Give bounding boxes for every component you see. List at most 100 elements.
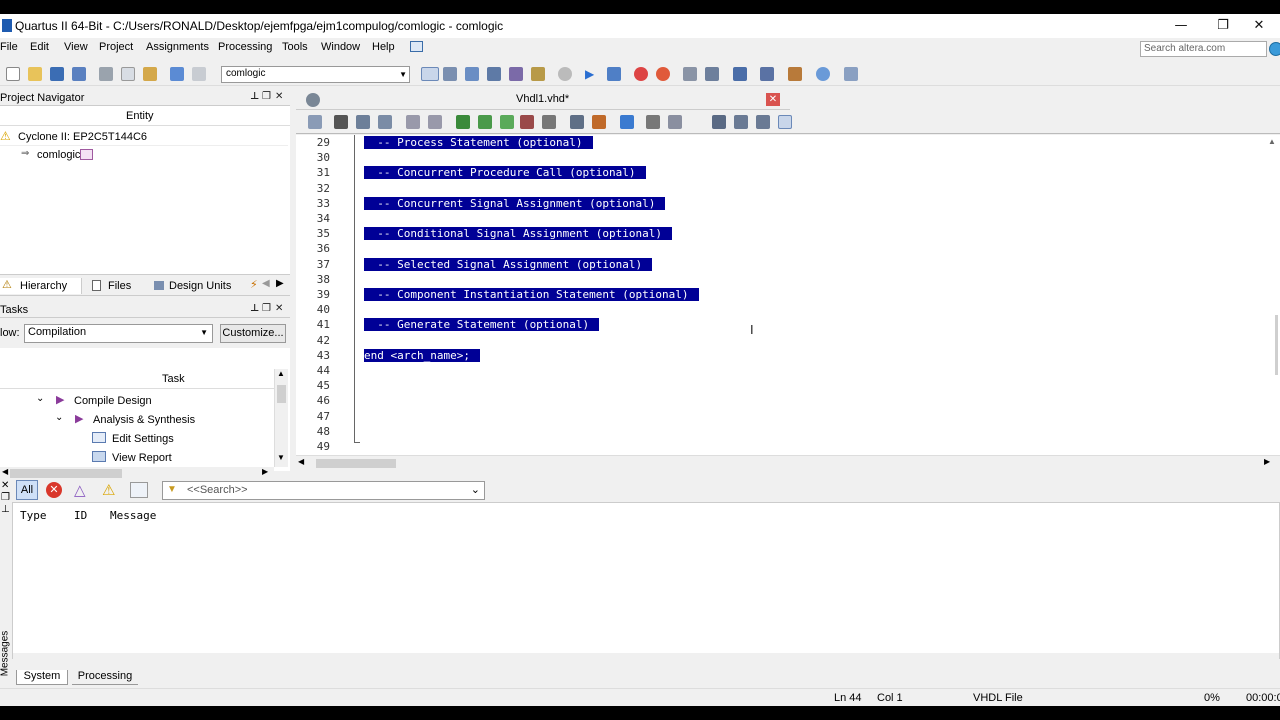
paste-icon[interactable] — [143, 67, 157, 81]
messages-search-input[interactable]: ▼ <<Search>> ⌄ — [162, 481, 485, 500]
toggle-case-icon[interactable] — [668, 115, 682, 129]
design-partitions-icon[interactable] — [509, 67, 523, 81]
chip-planner-icon[interactable] — [531, 67, 545, 81]
line-numbers-icon[interactable] — [646, 115, 660, 129]
new-file-icon[interactable] — [6, 67, 20, 81]
close-tab-icon[interactable]: ✕ — [766, 93, 780, 106]
close-panel-icon[interactable]: ✕ — [275, 91, 283, 102]
tasks-pin-icon[interactable]: ⊥ — [250, 303, 259, 314]
menu-tools[interactable]: Tools — [282, 41, 308, 53]
tab-processing[interactable]: Processing — [72, 670, 138, 685]
filter-suppressed-icon[interactable] — [130, 482, 148, 498]
detach-window-icon[interactable] — [778, 115, 792, 129]
bookmark-icon[interactable] — [456, 115, 470, 129]
programmer-icon[interactable] — [733, 67, 747, 81]
code-line[interactable]: end <arch_name>; — [364, 348, 480, 363]
redo-icon[interactable] — [192, 67, 206, 81]
find-replace-icon[interactable] — [356, 115, 370, 129]
editor-vertical-scrollbar[interactable]: ▲ — [1264, 135, 1280, 455]
tab-hierarchy[interactable]: ⚠ Hierarchy — [0, 278, 82, 294]
code-line[interactable] — [364, 212, 380, 226]
globe-icon[interactable] — [1269, 42, 1280, 56]
scroll-right-icon[interactable]: ▶ — [276, 278, 284, 289]
code-line[interactable] — [364, 303, 380, 317]
settings-icon[interactable] — [487, 67, 501, 81]
timing-analyzer-icon[interactable] — [634, 67, 648, 81]
menu-assignments[interactable]: Assignments — [146, 41, 209, 53]
code-line[interactable]: -- Generate Statement (optional) — [364, 318, 600, 332]
assignment-editor-icon[interactable] — [443, 67, 457, 81]
tab-files[interactable]: Files — [86, 278, 142, 294]
code-line[interactable]: -- Selected Signal Assignment (optional) — [364, 257, 653, 272]
entity-column-header[interactable]: Entity — [0, 106, 290, 126]
sopc-builder-icon[interactable] — [788, 67, 802, 81]
compile-play-icon[interactable]: ▶ — [56, 393, 64, 406]
menu-file[interactable]: File — [0, 41, 18, 53]
float-icon[interactable]: ❐ — [262, 91, 271, 102]
code-line[interactable]: -- Concurrent Signal Assignment (optiona… — [364, 196, 666, 211]
device-row[interactable]: ⚠ Cyclone II: EP2C5T144C6 — [0, 128, 288, 146]
menu-edit[interactable]: Edit — [30, 41, 49, 53]
collapse-icon[interactable]: ⌄ — [36, 393, 44, 404]
messages-col-type[interactable]: Type — [20, 509, 47, 522]
tab-design-units[interactable]: Design Units — [150, 278, 242, 294]
indent-icon[interactable] — [406, 115, 420, 129]
split-view-icon[interactable] — [756, 115, 770, 129]
customize-button[interactable]: Customize... — [220, 324, 286, 343]
project-navigator-toggle-icon[interactable] — [421, 67, 439, 81]
task-row-edit-settings[interactable]: Edit Settings — [0, 429, 274, 448]
code-line[interactable] — [364, 151, 380, 165]
undo-icon[interactable] — [170, 67, 184, 81]
insert-block-icon[interactable] — [592, 115, 606, 129]
start-compilation-icon[interactable]: ▶ — [585, 67, 599, 81]
minimize-button[interactable]: — — [1160, 14, 1202, 38]
analysis-play-icon[interactable]: ▶ — [75, 412, 83, 425]
tasks-float-icon[interactable]: ❐ — [262, 303, 271, 314]
save-all-icon[interactable] — [72, 67, 86, 81]
code-area[interactable]: -- Process Statement (optional) -- Concu… — [364, 135, 1264, 455]
scroll-up-icon[interactable]: ▲ — [1268, 137, 1276, 146]
messages-col-id[interactable]: ID — [74, 509, 87, 522]
entity-selector[interactable]: comlogic ▼ — [221, 66, 410, 83]
pin-planner-icon[interactable] — [465, 67, 479, 81]
code-line[interactable] — [364, 334, 380, 348]
cut-icon[interactable] — [99, 67, 113, 81]
code-line[interactable] — [364, 242, 380, 256]
messages-float-icon[interactable]: ❐ — [1, 492, 10, 503]
full-screen-icon[interactable] — [734, 115, 748, 129]
filter-all-button[interactable]: All — [16, 480, 38, 500]
feedback-toolbar-icon[interactable] — [844, 67, 858, 81]
collapse-icon[interactable]: ⌄ — [55, 412, 63, 423]
scroll-thumb[interactable] — [277, 385, 286, 403]
analysis-synthesis-icon[interactable] — [607, 67, 621, 81]
editor-horizontal-scrollbar[interactable]: ◀ ▶ — [296, 455, 1280, 470]
copy-icon[interactable] — [121, 67, 135, 81]
messages-list[interactable]: Type ID Message — [12, 502, 1280, 659]
code-line[interactable]: -- Component Instantiation Statement (op… — [364, 288, 699, 302]
tasks-close-icon[interactable]: ✕ — [275, 303, 283, 314]
open-folder-icon[interactable] — [28, 67, 42, 81]
messages-pin-icon[interactable]: ⊥ — [1, 504, 10, 515]
spell-check-icon[interactable] — [620, 115, 634, 129]
netlist-viewer-icon[interactable] — [705, 67, 719, 81]
prev-bookmark-icon[interactable] — [500, 115, 514, 129]
messages-horizontal-scrollbar[interactable] — [13, 653, 1279, 659]
stop-icon[interactable] — [558, 67, 572, 81]
tasks-vertical-scrollbar[interactable]: ▲ ▼ — [274, 369, 288, 467]
scroll-left-icon[interactable]: ◀ — [298, 457, 304, 466]
next-bookmark-icon[interactable] — [478, 115, 492, 129]
menu-project[interactable]: Project — [99, 41, 133, 53]
block-comment-icon[interactable] — [542, 115, 556, 129]
top-entity-row[interactable]: ⇒ comlogic — [0, 146, 288, 164]
code-line[interactable]: -- Process Statement (optional) — [364, 136, 593, 150]
scroll-left-icon[interactable]: ◀ — [2, 467, 8, 476]
ip-components-icon[interactable]: ⚡ — [250, 278, 258, 291]
filter-errors-icon[interactable]: ✕ — [46, 482, 62, 498]
signaltap-icon[interactable] — [760, 67, 774, 81]
find-icon[interactable] — [334, 115, 348, 129]
code-line[interactable] — [364, 182, 380, 196]
save-icon[interactable] — [50, 67, 64, 81]
code-line[interactable]: -- Conditional Signal Assignment (option… — [364, 227, 673, 241]
scroll-up-icon[interactable]: ▲ — [277, 369, 285, 378]
task-column-header[interactable]: Task — [0, 369, 274, 389]
